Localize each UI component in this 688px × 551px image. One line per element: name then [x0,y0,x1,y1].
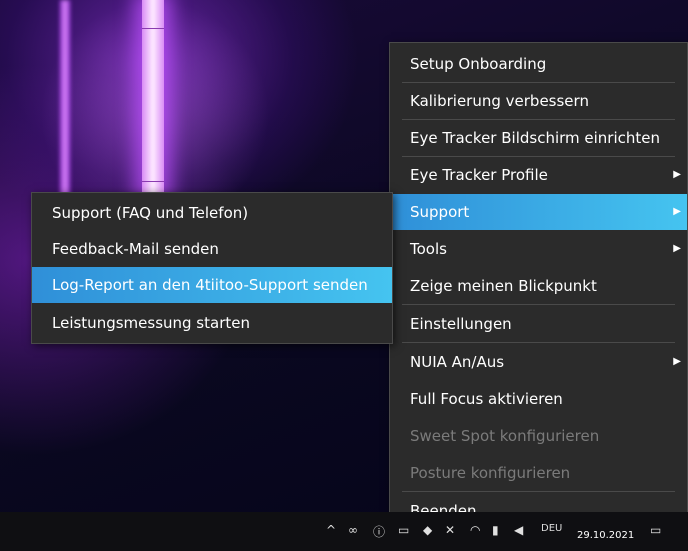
menu-item-nuia[interactable]: NUIA An/Aus ▶ [390,344,687,380]
chevron-right-icon: ▶ [673,206,681,217]
menu-item-blickpunkt[interactable]: Zeige meinen Blickpunkt [390,268,687,305]
tool-icon[interactable]: ✕ [445,523,455,537]
neon-segment [142,28,164,29]
submenu-item-log-report[interactable]: Log-Report an den 4tiitoo-Support senden [32,267,392,303]
link-icon[interactable]: ∞ [348,523,358,537]
support-submenu: Support (FAQ und Telefon) Feedback-Mail … [31,192,393,344]
submenu-item-feedback-mail[interactable]: Feedback-Mail senden [32,231,392,267]
menu-item-setup-onboarding[interactable]: Setup Onboarding [390,46,687,83]
context-menu: Setup Onboarding Kalibrierung verbessern… [389,42,688,534]
menu-item-kalibrierung[interactable]: Kalibrierung verbessern [390,83,687,120]
menu-item-eye-tracker-profile[interactable]: Eye Tracker Profile ▶ [390,157,687,193]
info-icon[interactable]: ⓘ [373,523,385,540]
volume-icon[interactable]: ◀ [514,523,523,537]
shield-icon[interactable]: ◆ [423,523,432,537]
menu-item-support[interactable]: Support ▶ [390,194,687,230]
clock-date[interactable]: 29.10.2021 [577,530,634,541]
submenu-item-leistungsmessung[interactable]: Leistungsmessung starten [32,305,392,341]
language-indicator[interactable]: DEU [541,523,562,534]
menu-item-full-focus[interactable]: Full Focus aktivieren [390,381,687,417]
notification-icon[interactable]: ▭ [650,523,661,537]
menu-item-posture[interactable]: Posture konfigurieren [390,455,687,492]
wifi-icon[interactable]: ◠ [470,523,480,537]
chevron-up-icon[interactable]: ^ [326,523,336,537]
submenu-item-faq[interactable]: Support (FAQ und Telefon) [32,195,392,231]
menu-item-bildschirm-einrichten[interactable]: Eye Tracker Bildschirm einrichten [390,120,687,157]
chevron-right-icon: ▶ [673,169,681,180]
chevron-right-icon: ▶ [673,356,681,367]
menu-item-tools[interactable]: Tools ▶ [390,231,687,267]
neon-light-left [60,0,70,200]
menu-item-sweet-spot[interactable]: Sweet Spot konfigurieren [390,418,687,454]
network-icon[interactable]: ▭ [398,523,409,537]
battery-icon[interactable]: ▮ [492,523,499,537]
chevron-right-icon: ▶ [673,243,681,254]
menu-item-einstellungen[interactable]: Einstellungen [390,306,687,343]
neon-segment [142,181,164,182]
